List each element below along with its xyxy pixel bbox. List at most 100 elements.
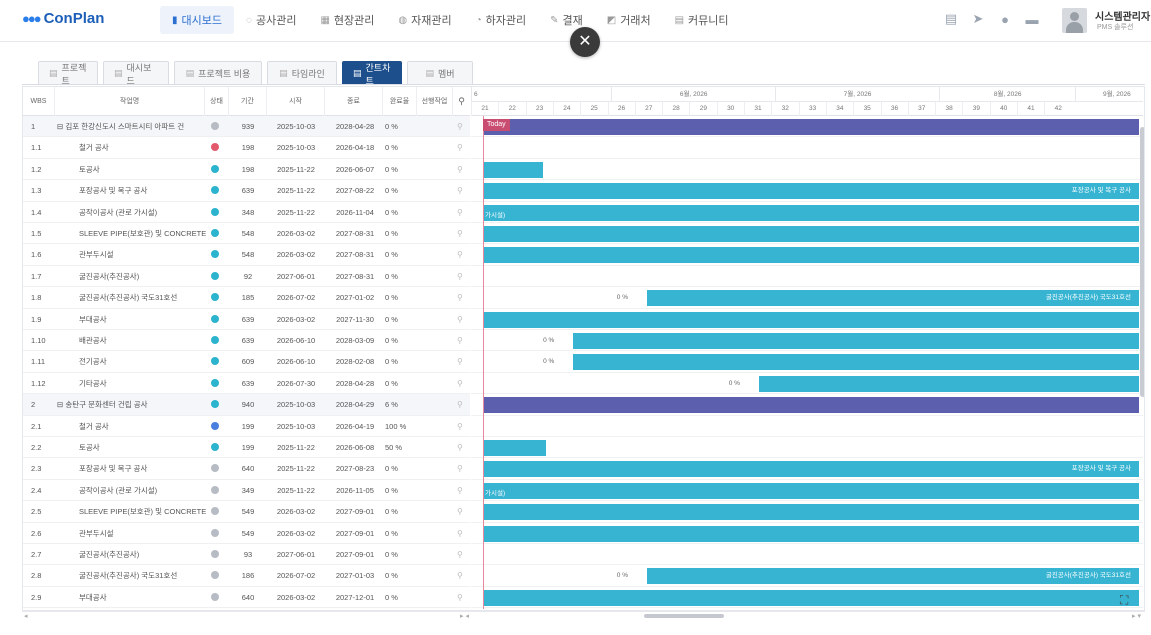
row-search-icon[interactable]: ⚲ <box>457 180 467 201</box>
table-row[interactable]: 2.2 토공사 199 2025-11-22 2026-06-08 50 % ⚲ <box>23 437 470 459</box>
task-bar[interactable]: 굴진공사(추진공사) 국도31호선 <box>646 290 1139 307</box>
scroll-right-icon[interactable]: ▸ ▾ <box>1132 612 1141 620</box>
row-search-icon[interactable]: ⚲ <box>457 394 467 415</box>
table-row[interactable]: 2.6 관부두시설 549 2026-03-02 2027-09-01 0 % ⚲ <box>23 523 470 544</box>
search-icon[interactable]: ⚲ <box>453 87 470 116</box>
table-row[interactable]: 1.3 포장공사 및 복구 공사 639 2025-11-22 2027-08-22 0 … <box>23 180 470 202</box>
send-icon[interactable]: ➤ <box>971 11 985 27</box>
task-bar[interactable] <box>573 354 1139 371</box>
header-duration[interactable]: 기간 <box>229 87 267 116</box>
scroll-thumb[interactable] <box>644 614 724 618</box>
row-search-icon[interactable]: ⚲ <box>457 373 467 394</box>
close-button[interactable]: ✕ <box>570 27 600 57</box>
tab-3[interactable]: ▤ 타임라인 <box>267 61 337 85</box>
nav-item-4[interactable]: ◔ 하자관리 <box>464 6 539 34</box>
task-bar[interactable]: 가시설) <box>483 204 1139 221</box>
task-bar[interactable] <box>758 375 1139 392</box>
nav-item-0[interactable]: ▮ 대시보드 <box>160 6 234 34</box>
table-row[interactable]: 1.10 배관공사 639 2026-06-10 2028-03-09 0 % ⚲ <box>23 330 470 352</box>
chat-icon[interactable]: ▤ <box>944 11 958 27</box>
table-row[interactable]: 1.2 토공사 198 2025-11-22 2026-06-07 0 % ⚲ <box>23 159 470 181</box>
horizontal-scrollbar[interactable]: ◂ ▸ ◂ ▸ ▾ <box>22 611 1145 621</box>
table-row[interactable]: 2.9 부대공사 640 2026-03-02 2027-12-01 0 % ⚲ <box>23 587 470 609</box>
row-search-icon[interactable]: ⚲ <box>457 137 467 158</box>
summary-bar[interactable] <box>483 119 1139 135</box>
task-bar[interactable] <box>483 161 544 178</box>
header-pct[interactable]: 완료율 <box>383 87 417 116</box>
user-name[interactable]: 시스템관리자 <box>1095 8 1150 23</box>
table-row[interactable]: 2 ⊟ 송탄구 문화센터 건립 공사 940 2025-10-03 2028-04-29… <box>23 394 470 416</box>
menu-icon[interactable]: ▬ <box>1025 12 1039 27</box>
row-search-icon[interactable]: ⚲ <box>457 501 467 522</box>
row-search-icon[interactable]: ⚲ <box>457 116 467 137</box>
table-row[interactable]: 2.5 SLEEVE PIPE(보호관) 및 CONCRETE 549 2026-03… <box>23 501 470 523</box>
header-wbs[interactable]: WBS <box>23 87 55 116</box>
table-row[interactable]: 2.4 공작이공사 (관로 가시설) 349 2025-11-22 2026-11-05… <box>23 480 470 502</box>
task-bar[interactable] <box>483 226 1139 242</box>
table-row[interactable]: 1.7 굴진공사(추진공사) 92 2027-06-01 2027-08-31 0 % ⚲ <box>23 266 470 288</box>
tab-0[interactable]: ▤ 프로젝트 <box>38 61 98 86</box>
table-row[interactable]: 2.3 포장공사 및 복구 공사 640 2025-11-22 2027-08-23 0 … <box>23 458 470 480</box>
tab-1[interactable]: ▤ 대시보드 <box>103 61 169 86</box>
scroll-left-icon-2[interactable]: ▸ ◂ <box>460 612 469 620</box>
tab-4[interactable]: ▤ 간트차트 <box>342 61 402 86</box>
task-bar[interactable]: 포장공사 및 복구 공사 <box>483 461 1139 478</box>
row-search-icon[interactable]: ⚲ <box>457 244 467 265</box>
table-row[interactable]: 2.1 철거 공사 199 2025-10-03 2026-04-19 100 % ⚲ <box>23 416 470 437</box>
nav-item-1[interactable]: ◌ 공사관리 <box>234 6 308 34</box>
row-search-icon[interactable]: ⚲ <box>457 159 467 180</box>
tab-2[interactable]: ▤ 프로젝트 비용 <box>174 61 262 85</box>
table-row[interactable]: 1.6 관부두시설 548 2026-03-02 2027-08-31 0 % ⚲ <box>23 244 470 266</box>
row-search-icon[interactable]: ⚲ <box>457 351 467 372</box>
task-bar[interactable] <box>483 440 546 456</box>
task-bar[interactable]: 가시설) <box>483 482 1139 499</box>
row-search-icon[interactable]: ⚲ <box>457 480 467 501</box>
table-row[interactable]: 1.9 부대공사 639 2026-03-02 2027-11-30 0 % ⚲ <box>23 309 470 330</box>
row-search-icon[interactable]: ⚲ <box>457 266 467 287</box>
nav-item-6[interactable]: ◩ 거래처 <box>595 6 663 34</box>
header-pred[interactable]: 선행작업 <box>417 87 453 116</box>
task-bar[interactable]: 포장공사 및 복구 공사 <box>483 183 1139 200</box>
task-bar[interactable] <box>483 311 1139 328</box>
table-row[interactable]: 1.8 굴진공사(추진공사) 국도31호선 185 2026-07-02 2027-01… <box>23 287 470 309</box>
row-search-icon[interactable]: ⚲ <box>457 287 467 308</box>
row-search-icon[interactable]: ⚲ <box>457 437 467 458</box>
vertical-scrollbar[interactable] <box>1140 127 1144 397</box>
table-row[interactable]: 1 ⊟ 김포 한강신도시 스마트시티 아파트 건 939 2025-10-03 2028… <box>23 116 470 138</box>
table-row[interactable]: 1.11 전기공사 609 2026-06-10 2028-02-08 0 % ⚲ <box>23 351 470 373</box>
header-start[interactable]: 시작 <box>267 87 325 116</box>
nav-item-2[interactable]: ▦ 현장관리 <box>308 6 386 34</box>
fullscreen-icon[interactable]: ⛶ <box>1120 593 1128 608</box>
row-search-icon[interactable]: ⚲ <box>457 416 467 437</box>
task-bar[interactable] <box>483 589 1139 606</box>
header-name[interactable]: 작업명 <box>55 87 205 116</box>
row-search-icon[interactable]: ⚲ <box>457 565 467 586</box>
scroll-left-icon[interactable]: ◂ <box>24 612 28 620</box>
app-logo[interactable]: ●●● ConPlan <box>22 10 104 27</box>
table-row[interactable]: 2.7 굴진공사(추진공사) 93 2027-06-01 2027-09-01 0 % ⚲ <box>23 544 470 566</box>
row-search-icon[interactable]: ⚲ <box>457 458 467 479</box>
row-search-icon[interactable]: ⚲ <box>457 309 467 330</box>
task-bar[interactable] <box>483 525 1139 542</box>
nav-item-7[interactable]: ▤ 커뮤니티 <box>663 6 741 34</box>
row-search-icon[interactable]: ⚲ <box>457 330 467 351</box>
table-row[interactable]: 1.12 기타공사 639 2026-07-30 2028-04-28 0 % ⚲ <box>23 373 470 395</box>
task-bar[interactable] <box>573 333 1139 349</box>
row-search-icon[interactable]: ⚲ <box>457 587 467 608</box>
row-search-icon[interactable]: ⚲ <box>457 202 467 223</box>
tab-5[interactable]: ▤ 멤버 <box>407 61 473 85</box>
header-end[interactable]: 종료 <box>325 87 383 116</box>
table-row[interactable]: 1.5 SLEEVE PIPE(보호관) 및 CONCRETE 548 2026-03… <box>23 223 470 245</box>
table-row[interactable]: 2.8 굴진공사(추진공사) 국도31호선 186 2026-07-02 2027-01… <box>23 565 470 587</box>
task-bar[interactable] <box>483 504 1139 521</box>
table-row[interactable]: 1.1 철거 공사 198 2025-10-03 2026-04-18 0 % ⚲ <box>23 137 470 159</box>
summary-bar[interactable] <box>483 397 1139 414</box>
row-search-icon[interactable]: ⚲ <box>457 523 467 544</box>
task-bar[interactable]: 굴진공사(추진공사) 국도31호선 <box>646 568 1139 585</box>
task-bar[interactable] <box>483 247 1139 264</box>
header-status[interactable]: 상태 <box>205 87 229 116</box>
table-row[interactable]: 1.4 공작이공사 (관로 가시설) 348 2025-11-22 2026-11-04… <box>23 202 470 223</box>
avatar[interactable] <box>1062 8 1087 33</box>
row-search-icon[interactable]: ⚲ <box>457 544 467 565</box>
users-icon[interactable]: ● <box>998 12 1012 27</box>
